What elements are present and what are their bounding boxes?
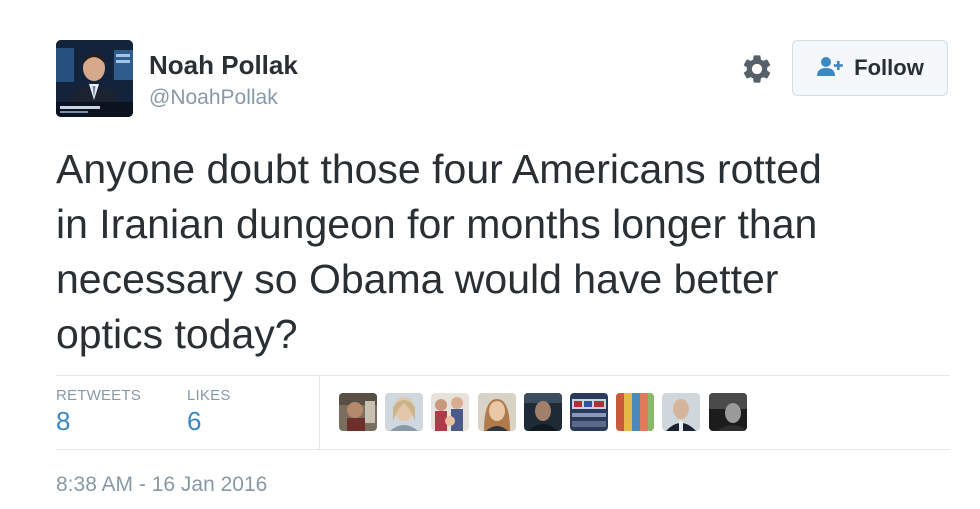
liker-avatar[interactable] [431,393,469,431]
author-handle[interactable]: @NoahPollak [149,86,278,110]
retweets-label: RETWEETS [56,387,141,404]
avatar-image [56,40,133,117]
liker-avatar[interactable] [662,393,700,431]
liker-avatar[interactable] [570,393,608,431]
liker-avatar[interactable] [478,393,516,431]
follow-button[interactable]: Follow [792,40,948,96]
add-user-icon [816,56,846,81]
liker-avatar[interactable] [616,393,654,431]
gear-icon[interactable] [740,52,774,86]
liker-avatar[interactable] [524,393,562,431]
retweets-count[interactable]: 8 [56,406,70,437]
stats-divider [319,376,320,449]
liker-avatar[interactable] [385,393,423,431]
tweet-text: Anyone doubt those four Americans rotted… [56,146,822,357]
divider-top [56,375,950,376]
tweet-timestamp[interactable]: 8:38 AM - 16 Jan 2016 [56,473,267,497]
likes-label: LIKES [187,387,231,404]
author-name[interactable]: Noah Pollak [149,50,298,81]
likes-count[interactable]: 6 [187,406,201,437]
liker-avatar[interactable] [339,393,377,431]
avatar[interactable] [56,40,133,117]
follow-label: Follow [854,55,924,80]
divider-bottom [56,449,950,450]
liker-avatar[interactable] [709,393,747,431]
